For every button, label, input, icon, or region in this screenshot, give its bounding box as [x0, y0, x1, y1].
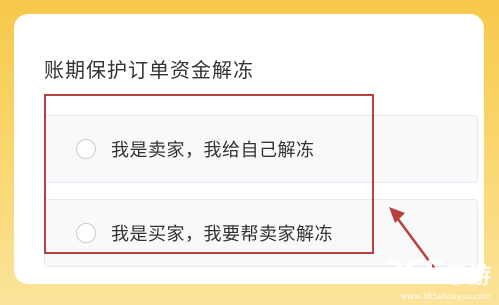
radio-circle-icon[interactable] — [76, 223, 96, 243]
watermark-logo: 365 手游 www.365shouyou.com — [382, 253, 491, 301]
radio-circle-icon[interactable] — [76, 139, 96, 159]
watermark-number: 365 — [382, 253, 445, 291]
option-seller-self-unfreeze[interactable]: 我是卖家，我给自己解冻 — [44, 115, 478, 183]
watermark-url: www.365shouyou.com — [400, 292, 491, 301]
option-label: 我是买家，我要帮卖家解冻 — [111, 224, 333, 245]
watermark-name: 手游 — [446, 264, 491, 289]
dialog-title: 账期保护订单资金解冻 — [44, 58, 254, 82]
option-label: 我是卖家，我给自己解冻 — [111, 140, 315, 161]
